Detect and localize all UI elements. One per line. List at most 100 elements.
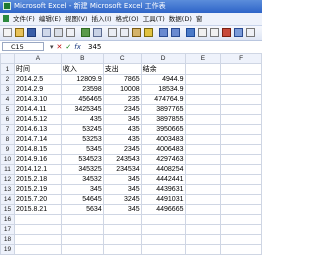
cell-e5[interactable] [184,104,222,115]
cell-f9[interactable] [220,144,262,155]
cell-d11[interactable]: 4408254 [140,164,186,175]
menu-file[interactable]: 文件(F) [11,13,37,25]
cell-b10[interactable]: 534523 [60,154,104,165]
cell-f4[interactable] [220,94,262,105]
cell-d10[interactable]: 4297463 [140,154,186,165]
spelling-icon[interactable] [81,28,90,37]
row-header[interactable]: 4 [0,94,15,105]
row-header[interactable]: 18 [0,234,15,245]
cell-b6[interactable]: 435 [60,114,104,125]
cell-f17[interactable] [220,224,262,235]
row-header[interactable]: 9 [0,144,15,155]
cell-c1[interactable]: 支出 [102,63,142,75]
research-icon[interactable] [93,28,102,37]
cell-e14[interactable] [184,194,222,205]
cell-b13[interactable]: 345 [60,184,104,195]
cell-c14[interactable]: 3245 [102,194,142,205]
cell-e11[interactable] [184,164,222,175]
cell-f8[interactable] [220,134,262,145]
dropdown-arrow-icon[interactable]: ▾ [50,43,54,51]
cell-e4[interactable] [184,94,222,105]
column-header-d[interactable]: D [140,53,186,64]
cell-d14[interactable]: 4491031 [140,194,186,205]
print-icon[interactable] [54,28,63,37]
cell-f13[interactable] [220,184,262,195]
cell-a7[interactable]: 2014.6.13 [13,124,62,135]
cell-d4[interactable]: 474764.9 [140,94,186,105]
cell-b12[interactable]: 34532 [60,174,104,185]
cell-c10[interactable]: 243543 [102,154,142,165]
name-box[interactable]: C15 [2,42,44,51]
cell-f7[interactable] [220,124,262,135]
column-header-a[interactable]: A [13,53,62,64]
row-header[interactable]: 7 [0,124,15,135]
cell-a17[interactable] [13,224,62,235]
cell-d6[interactable]: 3897855 [140,114,186,125]
cell-c8[interactable]: 435 [102,134,142,145]
zoom-icon[interactable] [246,28,255,37]
permission-icon[interactable] [42,28,51,37]
select-all-corner[interactable] [0,53,15,64]
cell-b9[interactable]: 5345 [60,144,104,155]
cell-b1[interactable]: 收入 [60,63,104,75]
row-header[interactable]: 3 [0,84,15,95]
cell-c19[interactable] [102,244,142,255]
cell-b2[interactable]: 12809.9 [60,74,104,85]
column-header-c[interactable]: C [102,53,142,64]
cell-d8[interactable]: 4003483 [140,134,186,145]
menu-edit[interactable]: 编辑(E) [37,13,63,25]
cell-e7[interactable] [184,124,222,135]
cell-a14[interactable]: 2015.7.20 [13,194,62,205]
cell-e16[interactable] [184,214,222,225]
row-header[interactable]: 1 [0,63,15,75]
cell-a1[interactable]: 时间 [13,63,62,75]
paste-icon[interactable] [132,28,141,37]
cell-d19[interactable] [140,244,186,255]
menu-view[interactable]: 视图(V) [63,13,90,25]
redo-icon[interactable] [171,28,180,37]
cell-d13[interactable]: 4439631 [140,184,186,195]
cell-b4[interactable]: 456465 [60,94,104,105]
cell-c7[interactable]: 435 [102,124,142,135]
cell-b5[interactable]: 3425345 [60,104,104,115]
cell-d12[interactable]: 4442441 [140,174,186,185]
cell-f12[interactable] [220,174,262,185]
cell-c4[interactable]: 235 [102,94,142,105]
cell-d18[interactable] [140,234,186,245]
cell-a16[interactable] [13,214,62,225]
cell-e18[interactable] [184,234,222,245]
cell-a15[interactable]: 2015.8.21 [13,204,62,215]
cell-e13[interactable] [184,184,222,195]
cell-f3[interactable] [220,84,262,95]
row-header[interactable]: 17 [0,224,15,235]
autosum-icon[interactable] [198,28,207,37]
cell-e19[interactable] [184,244,222,255]
cell-b17[interactable] [60,224,104,235]
cell-b19[interactable] [60,244,104,255]
cell-d9[interactable]: 4006483 [140,144,186,155]
row-header[interactable]: 10 [0,154,15,165]
cell-b15[interactable]: 5634 [60,204,104,215]
cut-icon[interactable] [108,28,117,37]
cell-a12[interactable]: 2015.2.18 [13,174,62,185]
menu-window[interactable]: 窗 [194,13,205,25]
copy-icon[interactable] [120,28,129,37]
row-header[interactable]: 12 [0,174,15,185]
row-header[interactable]: 2 [0,74,15,85]
cell-b16[interactable] [60,214,104,225]
formula-input[interactable]: 345 [88,41,101,53]
cell-d7[interactable]: 3950665 [140,124,186,135]
cell-b18[interactable] [60,234,104,245]
cell-c9[interactable]: 2345 [102,144,142,155]
cell-a3[interactable]: 2014.2.9 [13,84,62,95]
cell-a6[interactable]: 2014.5.12 [13,114,62,125]
cell-d2[interactable]: 4944.9 [140,74,186,85]
undo-icon[interactable] [159,28,168,37]
cell-a5[interactable]: 2014.4.11 [13,104,62,115]
cell-f18[interactable] [220,234,262,245]
cell-c16[interactable] [102,214,142,225]
cell-a4[interactable]: 2014.3.10 [13,94,62,105]
cell-c13[interactable]: 345 [102,184,142,195]
insert-function-icon[interactable]: fx [74,43,81,51]
cell-a8[interactable]: 2014.7.14 [13,134,62,145]
